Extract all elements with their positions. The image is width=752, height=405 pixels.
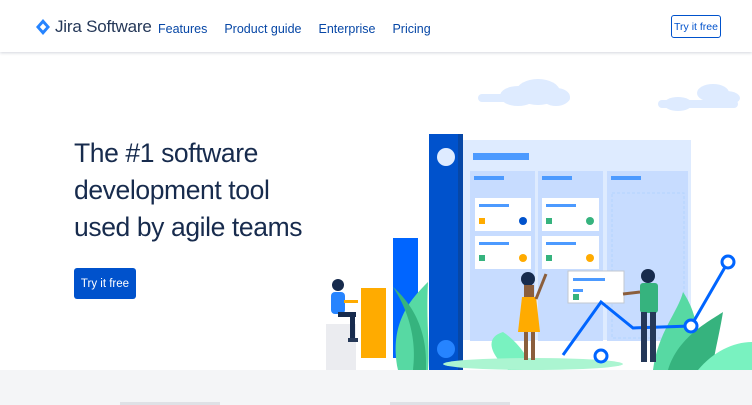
main-nav: Features Product guide Enterprise Pricin… xyxy=(158,22,448,36)
board-card xyxy=(475,236,531,269)
board-card xyxy=(542,236,599,269)
chart-bar-yellow xyxy=(361,288,386,358)
nav-item-features[interactable]: Features xyxy=(158,22,207,36)
hero-illustration xyxy=(318,52,752,370)
blue-pillar xyxy=(429,134,463,370)
cloud-shape xyxy=(478,79,740,111)
try-it-free-hero-button[interactable]: Try it free xyxy=(74,268,136,299)
board-title-bar xyxy=(473,153,529,160)
hero-headline: The #1 software development tool used by… xyxy=(74,135,334,246)
brand-logo[interactable]: Jira Software xyxy=(36,17,152,37)
nav-item-product-guide[interactable]: Product guide xyxy=(224,22,301,36)
try-it-free-nav-button[interactable]: Try it free xyxy=(671,15,721,38)
board-card xyxy=(475,198,531,231)
next-section-band xyxy=(0,370,752,405)
nav-item-pricing[interactable]: Pricing xyxy=(392,22,430,36)
headline-line-2: development tool xyxy=(74,175,270,205)
board-card xyxy=(542,198,599,231)
brand-name: Jira Software xyxy=(55,17,152,36)
headline-line-1: The #1 software xyxy=(74,138,259,168)
board-card xyxy=(567,270,625,304)
headline-line-3: used by agile teams xyxy=(74,212,303,242)
jira-diamond-icon xyxy=(36,19,50,35)
nav-item-enterprise[interactable]: Enterprise xyxy=(318,22,375,36)
top-navigation: Jira Software Features Product guide Ent… xyxy=(0,0,752,52)
